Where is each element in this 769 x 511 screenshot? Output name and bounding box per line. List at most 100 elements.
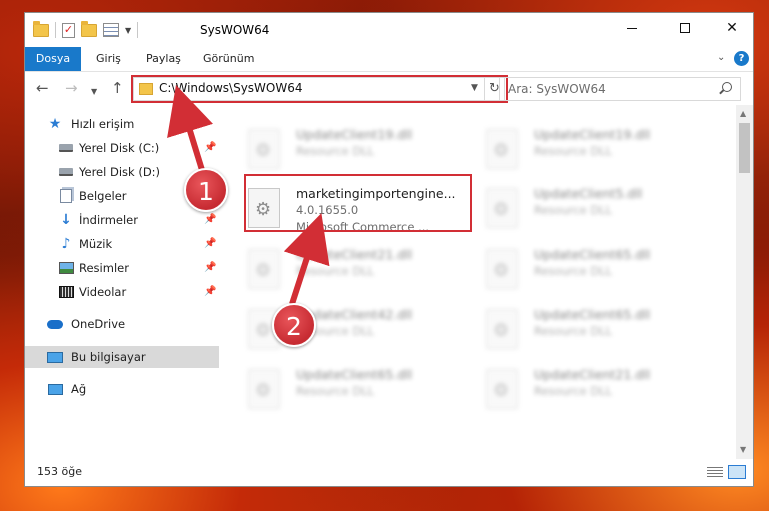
step-badge-2: 2 <box>272 303 316 347</box>
folder-icon <box>33 20 49 37</box>
new-folder-icon[interactable] <box>81 20 97 37</box>
file-name: UpdateClient21.dll <box>296 247 413 262</box>
minimize-icon <box>627 27 637 29</box>
pin-icon[interactable]: 📌 <box>204 286 216 297</box>
sidebar-item-quick-access[interactable]: ★ Hızlı erişim <box>25 113 219 135</box>
sidebar-item-this-pc[interactable]: Bu bilgisayar <box>25 346 219 368</box>
sidebar-item-label: Hızlı erişim <box>71 117 135 131</box>
sidebar-item-pictures[interactable]: Resimler 📌 <box>25 257 219 279</box>
file-description: Resource DLL <box>534 144 613 158</box>
star-icon: ★ <box>48 116 62 132</box>
step-badge-1: 1 <box>184 168 228 212</box>
file-tile[interactable]: UpdateClient65.dll Resource DLL <box>486 305 708 361</box>
file-name: UpdateClient21.dll <box>534 367 651 382</box>
file-tile[interactable]: UpdateClient19.dll Resource DLL <box>486 125 708 181</box>
tab-share[interactable]: Paylaş <box>146 47 181 71</box>
address-dropdown-icon[interactable]: ▼ <box>471 83 478 93</box>
properties-icon[interactable] <box>103 23 119 37</box>
search-input[interactable]: Ara: SysWOW64 <box>499 77 741 101</box>
file-description: Resource DLL <box>534 324 613 338</box>
pin-icon[interactable]: 📌 <box>204 142 216 153</box>
download-icon: ↓ <box>60 212 72 228</box>
pictures-icon <box>58 261 74 275</box>
file-version: 4.0.1655.0 <box>296 203 359 217</box>
file-tile-marketingimportengine[interactable]: marketingimportengine... 4.0.1655.0 Micr… <box>248 184 470 240</box>
file-description: Resource DLL <box>296 144 375 158</box>
file-description: Resource DLL <box>296 264 375 278</box>
file-description: Resource DLL <box>534 264 613 278</box>
sidebar-item-network[interactable]: Ağ <box>25 378 219 400</box>
search-icon[interactable] <box>722 82 732 92</box>
address-bar[interactable]: C:\Windows\SysWOW64 ▼ <box>133 77 485 101</box>
dll-file-icon <box>248 129 280 169</box>
sidebar-item-downloads[interactable]: ↓ İndirmeler 📌 <box>25 209 219 231</box>
minimize-button[interactable] <box>609 13 655 43</box>
properties-check-icon[interactable]: ✓ <box>62 22 75 38</box>
file-tile[interactable]: UpdateClient5.dll Resource DLL <box>486 184 708 240</box>
sidebar-item-videos[interactable]: Videolar 📌 <box>25 281 219 303</box>
dll-file-icon <box>486 188 518 228</box>
documents-icon <box>58 189 74 203</box>
this-pc-icon <box>47 350 63 364</box>
pin-icon[interactable]: 📌 <box>204 214 216 225</box>
pin-icon[interactable]: 📌 <box>204 238 216 249</box>
file-tile[interactable]: UpdateClient19.dll Resource DLL <box>248 125 470 181</box>
onedrive-icon <box>47 317 63 331</box>
drive-icon <box>58 141 74 155</box>
file-list: UpdateClient19.dll Resource DLL UpdateCl… <box>220 105 736 459</box>
chevron-down-icon[interactable]: ▼ <box>125 26 131 35</box>
dll-file-icon <box>248 249 280 289</box>
close-button[interactable]: ✕ <box>709 13 755 43</box>
vertical-scrollbar[interactable]: ▲ ▼ <box>736 105 753 459</box>
tab-home[interactable]: Giriş <box>96 47 121 71</box>
tab-view[interactable]: Görünüm <box>203 47 254 71</box>
expand-ribbon-icon[interactable]: ⌄ <box>717 52 725 63</box>
explorer-window: ✓ ▼ SysWOW64 ✕ Dosya Giriş Paylaş Görünü… <box>24 12 754 487</box>
file-tile[interactable]: UpdateClient65.dll Resource DLL <box>486 245 708 301</box>
file-tile[interactable]: UpdateClient21.dll Resource DLL <box>248 245 470 301</box>
sidebar-item-label: Ağ <box>71 382 87 396</box>
folder-icon <box>139 83 153 95</box>
dll-file-icon <box>486 369 518 409</box>
sidebar-item-label: Müzik <box>79 237 113 251</box>
file-description: Resource DLL <box>296 384 375 398</box>
pin-icon[interactable]: 📌 <box>204 262 216 273</box>
scrollbar-thumb[interactable] <box>739 123 750 173</box>
dll-file-icon <box>486 249 518 289</box>
item-count: 153 öğe <box>37 465 82 478</box>
tiles-view-icon[interactable] <box>728 465 746 479</box>
dll-file-icon <box>486 309 518 349</box>
details-view-icon[interactable] <box>707 467 723 478</box>
dll-file-icon <box>486 129 518 169</box>
help-icon[interactable]: ? <box>734 51 749 66</box>
scroll-up-icon[interactable]: ▲ <box>740 109 746 118</box>
sidebar-item-local-disk-c[interactable]: Yerel Disk (C:) 📌 <box>25 137 219 159</box>
drive-icon <box>58 165 74 179</box>
file-name: UpdateClient65.dll <box>296 367 413 382</box>
tab-file[interactable]: Dosya <box>25 47 81 71</box>
back-arrow-icon[interactable]: ← <box>36 81 49 96</box>
file-company: Microsoft Commerce ... <box>296 220 430 234</box>
file-name: UpdateClient19.dll <box>534 127 651 142</box>
up-arrow-icon[interactable]: ↑ <box>111 81 124 96</box>
scroll-down-icon[interactable]: ▼ <box>740 445 746 454</box>
sidebar-item-label: İndirmeler <box>79 213 138 227</box>
navigation-pane: ★ Hızlı erişim Yerel Disk (C:) 📌 Yerel D… <box>25 105 219 459</box>
sidebar-item-label: Yerel Disk (D:) <box>79 165 161 179</box>
forward-arrow-icon[interactable]: → <box>65 81 78 96</box>
music-icon: ♪ <box>61 236 71 252</box>
file-tile[interactable]: UpdateClient21.dll Resource DLL <box>486 365 708 421</box>
search-placeholder: Ara: SysWOW64 <box>508 82 606 96</box>
sidebar-item-onedrive[interactable]: OneDrive <box>25 313 219 335</box>
maximize-icon <box>680 23 690 33</box>
dll-file-icon <box>248 369 280 409</box>
sidebar-item-music[interactable]: ♪ Müzik 📌 <box>25 233 219 255</box>
maximize-button[interactable] <box>662 13 708 43</box>
recent-locations-chevron-icon[interactable]: ▼ <box>91 84 97 99</box>
videos-icon <box>58 285 74 299</box>
status-bar: 153 öğe <box>25 459 753 486</box>
navigation-bar: ← → ▼ ↑ C:\Windows\SysWOW64 ▼ ↻ Ara: Sys… <box>25 71 753 105</box>
file-tile[interactable]: UpdateClient65.dll Resource DLL <box>248 365 470 421</box>
address-path[interactable]: C:\Windows\SysWOW64 <box>159 81 303 95</box>
file-name: marketingimportengine... <box>296 186 456 201</box>
